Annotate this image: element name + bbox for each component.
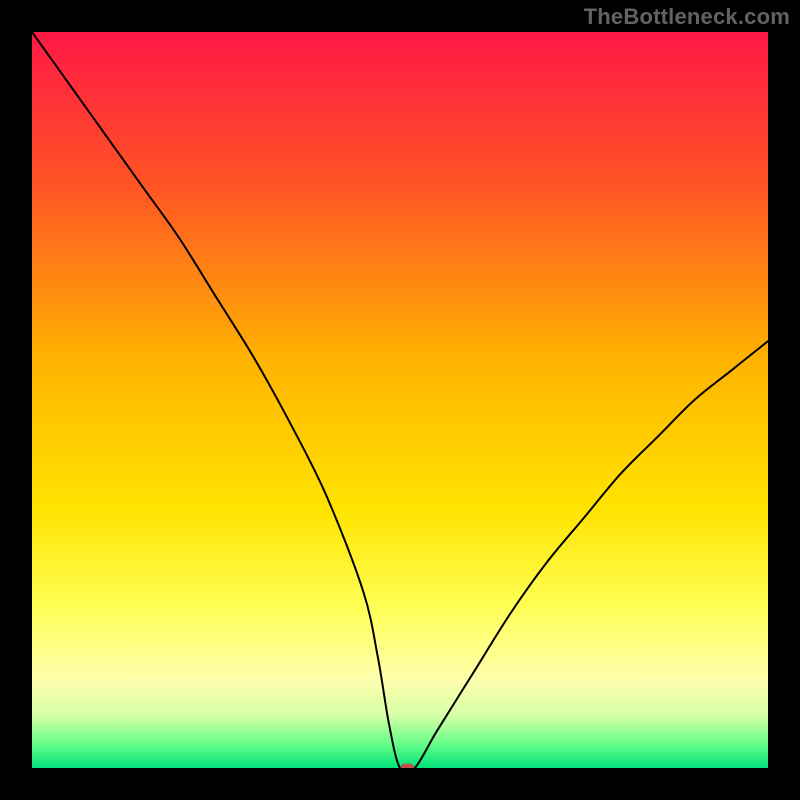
notch-marker [401, 764, 414, 768]
gradient-background [32, 32, 768, 768]
plot-area [32, 32, 768, 768]
watermark-text: TheBottleneck.com [584, 4, 790, 30]
bottleneck-chart [32, 32, 768, 768]
chart-frame: TheBottleneck.com [0, 0, 800, 800]
